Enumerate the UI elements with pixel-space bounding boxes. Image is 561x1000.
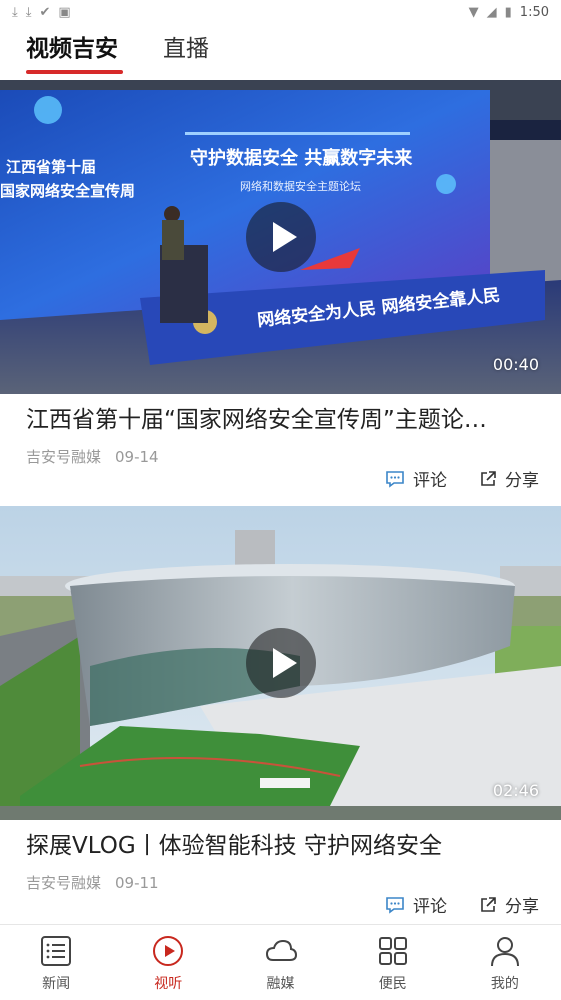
play-icon[interactable] [246, 628, 316, 698]
person-icon [490, 937, 519, 967]
comment-icon [386, 470, 404, 488]
nav-media-label: 融媒 [266, 976, 295, 992]
play-circle-icon [153, 936, 184, 966]
nav-services[interactable]: 便民 [337, 925, 449, 1000]
play-icon[interactable] [246, 202, 316, 272]
comment-button[interactable]: 评论 [385, 466, 447, 491]
video-date: 09-11 [115, 874, 159, 892]
video-meta: 吉安号融媒 09-14 [26, 446, 159, 467]
nav-audio-video-label: 视听 [154, 976, 183, 992]
video-actions: 评论 分享 [385, 892, 539, 917]
comment-label: 评论 [413, 471, 447, 491]
video-title[interactable]: 探展VLOG丨体验智能科技 守护网络安全 [26, 830, 536, 862]
share-label: 分享 [505, 897, 539, 917]
nav-news[interactable]: 新闻 [0, 925, 112, 1000]
share-icon [481, 896, 496, 912]
status-bar: ⤓ ⤓ ✔ ▣ ▼ ◢ ▮ 1:50 [0, 0, 561, 24]
download-icon: ⤓ [25, 4, 32, 20]
signal-icon: ◢ [486, 4, 497, 20]
thumb-text: 江西省第十届 [6, 158, 96, 176]
thumb-text: 网络和数据安全主题论坛 [240, 179, 361, 193]
nav-news-label: 新闻 [42, 976, 71, 992]
wifi-icon: ▼ [468, 4, 479, 20]
video-date: 09-14 [115, 448, 159, 466]
video-source: 吉安号融媒 [26, 874, 102, 892]
grid-icon [378, 937, 407, 965]
video-title[interactable]: 江西省第十届“国家网络安全宣传周”主题论… [26, 404, 536, 436]
video-duration: 00:40 [492, 355, 539, 374]
video-thumbnail[interactable]: 江西省第十届 国家网络安全宣传周 守护数据安全 共赢数字未来 网络和数据安全主题… [0, 80, 561, 394]
news-list-icon [41, 936, 72, 966]
thumb-text: 守护数据安全 共赢数字未来 [190, 147, 413, 169]
tab-live[interactable]: 直播 [163, 34, 209, 64]
download-icon: ⤓ [12, 4, 18, 20]
video-meta: 吉安号融媒 09-11 [26, 872, 159, 893]
share-button[interactable]: 分享 [479, 892, 539, 917]
comment-button[interactable]: 评论 [385, 892, 447, 917]
video-card[interactable]: 江西省第十届 国家网络安全宣传周 守护数据安全 共赢数字未来 网络和数据安全主题… [0, 80, 561, 500]
video-actions: 评论 分享 [385, 466, 539, 491]
comment-label: 评论 [413, 897, 447, 917]
status-time: 1:50 [519, 4, 549, 20]
thumb-text: 国家网络安全宣传周 [0, 182, 135, 200]
nav-mine-label: 我的 [490, 976, 519, 992]
video-card[interactable]: 02:46 探展VLOG丨体验智能科技 守护网络安全 吉安号融媒 09-11 评论… [0, 506, 561, 924]
nav-audio-video[interactable]: 视听 [112, 925, 224, 1000]
app-notification-icon: ▣ [58, 4, 71, 20]
nav-mine[interactable]: 我的 [449, 925, 561, 1000]
active-tab-indicator [26, 70, 123, 74]
nav-media[interactable]: 融媒 [224, 925, 336, 1000]
top-tabs: 视频吉安 直播 [0, 24, 561, 78]
battery-icon: ▮ [504, 4, 512, 20]
tab-video-jian[interactable]: 视频吉安 [26, 34, 118, 64]
share-button[interactable]: 分享 [479, 466, 539, 491]
comment-icon [386, 896, 404, 914]
nav-services-label: 便民 [378, 976, 407, 992]
share-label: 分享 [505, 471, 539, 491]
video-source: 吉安号融媒 [26, 448, 102, 466]
status-notifications: ⤓ ⤓ ✔ ▣ [12, 6, 71, 19]
bottom-nav: 新闻 视听 融媒 便民 我的 [0, 924, 561, 1000]
status-system: ▼ ◢ ▮ 1:50 [469, 5, 549, 20]
share-icon [481, 470, 496, 486]
check-icon: ✔ [39, 4, 51, 20]
video-duration: 02:46 [492, 781, 539, 800]
cloud-icon [265, 939, 297, 961]
video-thumbnail[interactable]: 02:46 [0, 506, 561, 820]
